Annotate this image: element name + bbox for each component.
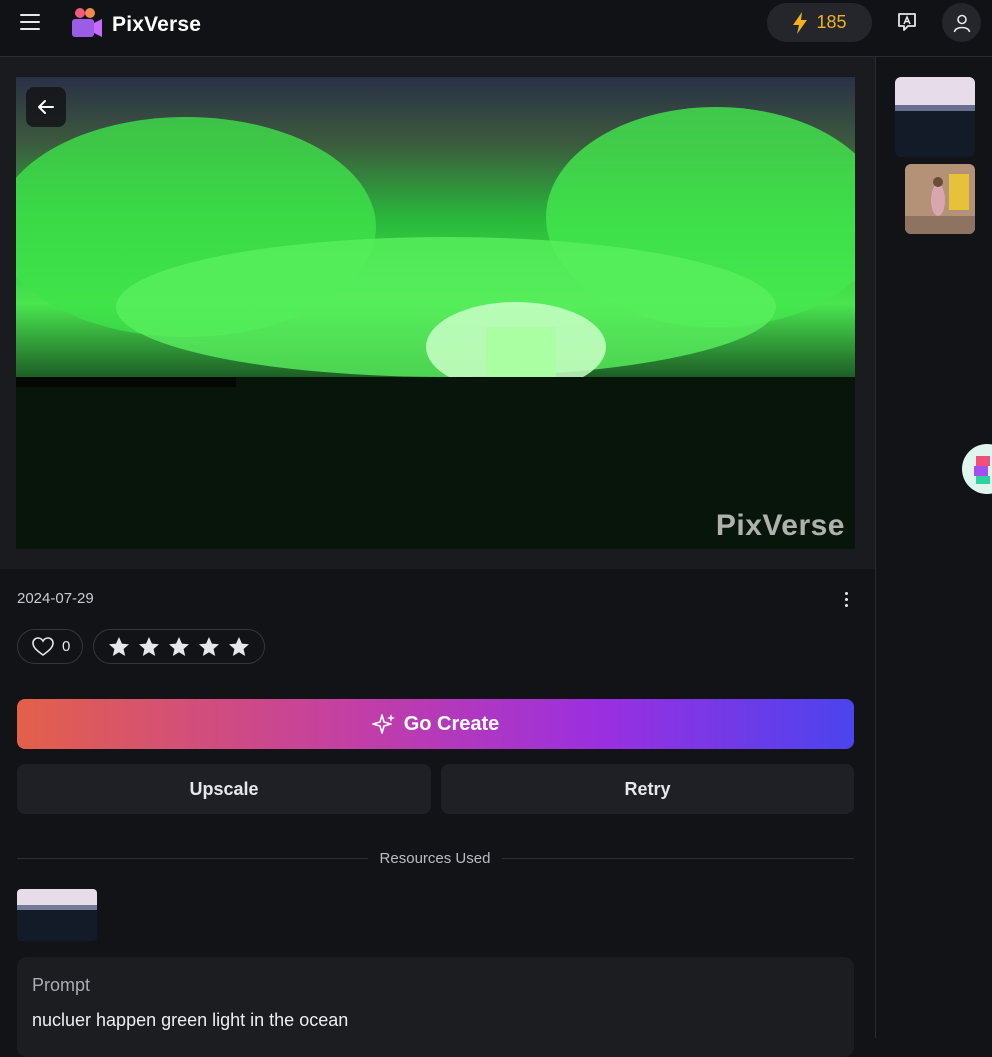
resource-thumbnail[interactable] — [17, 889, 97, 941]
like-count: 0 — [62, 638, 71, 655]
credits-badge[interactable]: 185 — [767, 3, 872, 42]
back-button[interactable] — [26, 87, 66, 127]
more-options-icon[interactable] — [836, 588, 856, 610]
feedback-button[interactable] — [893, 8, 921, 36]
star-rating[interactable] — [93, 629, 265, 664]
feedback-icon — [898, 13, 916, 31]
star-icon[interactable] — [228, 636, 250, 658]
creation-date: 2024-07-29 — [17, 590, 94, 607]
star-icon[interactable] — [198, 636, 220, 658]
history-thumbnail[interactable] — [905, 164, 975, 234]
history-thumbnail[interactable] — [895, 77, 975, 157]
hamburger-menu-icon[interactable] — [18, 12, 44, 34]
credits-value: 185 — [816, 12, 847, 32]
go-create-button[interactable]: Go Create — [17, 699, 854, 749]
upscale-button[interactable]: Upscale — [17, 764, 431, 814]
generated-video[interactable]: PixVerse — [16, 77, 855, 549]
brand-name: PixVerse — [112, 13, 202, 36]
heart-icon — [32, 636, 54, 656]
history-sidebar — [875, 57, 992, 1038]
user-icon — [953, 14, 970, 32]
prompt-panel: Prompt nucluer happen green light in the… — [17, 957, 854, 1057]
profile-button[interactable] — [942, 3, 981, 42]
star-icon[interactable] — [108, 636, 130, 658]
divider-right — [502, 858, 854, 859]
sparkle-icon — [371, 714, 395, 734]
video-frame-art — [16, 107, 855, 549]
arrow-left-icon — [38, 100, 54, 114]
retry-button[interactable]: Retry — [441, 764, 854, 814]
lightning-icon — [793, 11, 808, 34]
prompt-text: nucluer happen green light in the ocean — [32, 1010, 349, 1030]
star-icon[interactable] — [168, 636, 190, 658]
top-bar: PixVerse 185 — [0, 0, 992, 57]
room-thumbnail-image — [905, 164, 975, 234]
resource-image — [17, 889, 97, 941]
pixverse-watermark: PixVerse — [715, 509, 845, 542]
assistant-icon — [974, 456, 990, 484]
pixverse-logo-icon — [72, 8, 102, 37]
prompt-heading: Prompt — [32, 975, 91, 995]
resources-used-heading: Resources Used — [379, 850, 491, 867]
ocean-thumbnail-image — [895, 77, 975, 157]
video-panel: PixVerse — [0, 57, 875, 569]
divider-left — [17, 858, 368, 859]
star-icon[interactable] — [138, 636, 160, 658]
go-create-label: Go Create — [403, 712, 500, 735]
like-button[interactable]: 0 — [17, 629, 83, 664]
